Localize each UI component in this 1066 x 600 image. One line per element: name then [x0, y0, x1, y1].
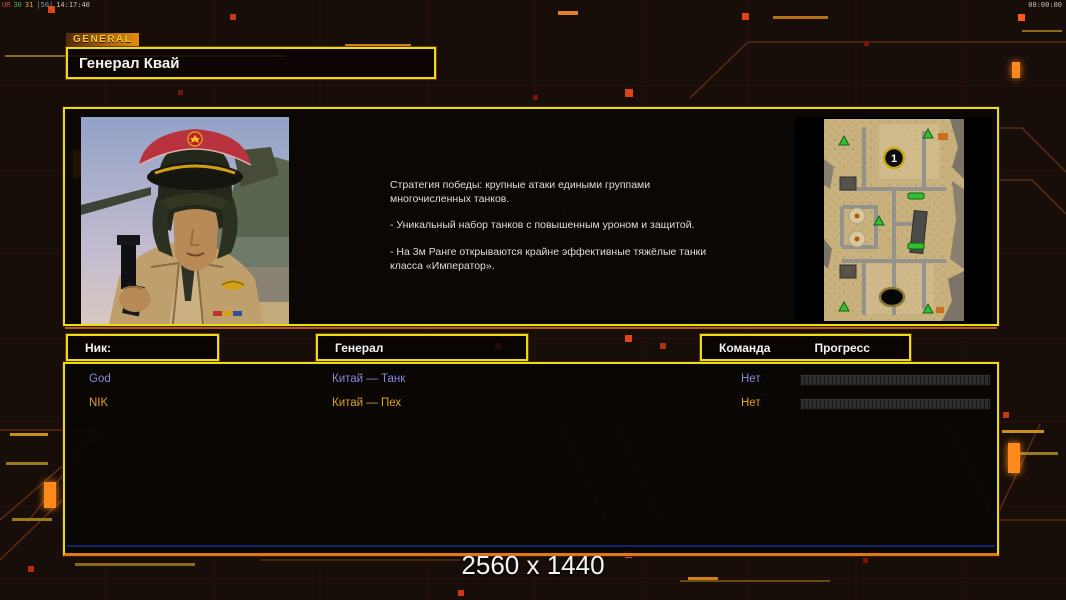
overlay-segment: 30 — [13, 1, 22, 9]
general-title-box: Генерал Квай — [66, 47, 436, 79]
player-general: Китай — Пех — [332, 397, 402, 409]
progress-header-label: Прогресс — [814, 340, 870, 355]
player-row: NIK Китай — Пех Нет — [65, 393, 997, 417]
general-header-label: Генерал — [335, 340, 384, 355]
column-header-team-progress: Команда Прогресс — [700, 334, 911, 361]
briefing-paragraph: - Уникальный набор танков с повышенным у… — [390, 219, 695, 232]
general-portrait-image — [81, 117, 289, 325]
player-nick: God — [89, 373, 111, 385]
briefing-text: Стратегия победы: крупные атаки едиными … — [390, 179, 726, 286]
overlay-segment: 31 — [24, 1, 34, 9]
overlay-segment: UR — [2, 1, 11, 9]
general-title: Генерал Квай — [79, 54, 180, 72]
players-panel: God Китай — Танк Нет NIK Китай — Пех Нет — [63, 362, 999, 556]
team-header-label: Команда — [719, 340, 771, 355]
minimap-container: 1 — [795, 117, 992, 322]
player-row: God Китай — Танк Нет — [65, 369, 997, 393]
player-progress-bar — [800, 374, 991, 386]
panel-bottom-accent-line — [67, 545, 995, 547]
nick-header-label: Ник: — [85, 340, 112, 355]
players-rows: God Китай — Танк Нет NIK Китай — Пех Нет — [65, 369, 997, 417]
overlay-segment: |50| — [36, 1, 54, 9]
minimap-start-marker: 1 — [890, 153, 896, 165]
briefing-paragraph: Стратегия победы: крупные атаки едиными … — [390, 179, 651, 205]
general-tab[interactable]: GENERAL — [66, 33, 140, 47]
player-general: Китай — Танк — [332, 373, 406, 385]
briefing-panel: Стратегия победы: крупные атаки едиными … — [63, 107, 999, 326]
general-portrait — [81, 117, 289, 325]
fps-overlay: UR 30 31 |50| 14:17:40 — [2, 1, 90, 9]
player-nick: NIK — [89, 397, 109, 409]
column-header-general: Генерал — [316, 334, 528, 361]
player-team: Нет — [741, 397, 761, 409]
player-progress-bar — [800, 398, 991, 410]
briefing-paragraph: - На 3м Ранге открываются крайне эффекти… — [390, 245, 707, 272]
resolution-label: 2560 x 1440 — [461, 550, 605, 580]
session-clock: 00:00:00 — [1028, 1, 1062, 9]
column-header-nick: Ник: — [66, 334, 219, 361]
overlay-segment: 14:17:40 — [56, 1, 90, 9]
player-team: Нет — [741, 373, 761, 385]
minimap: 1 — [823, 118, 964, 321]
